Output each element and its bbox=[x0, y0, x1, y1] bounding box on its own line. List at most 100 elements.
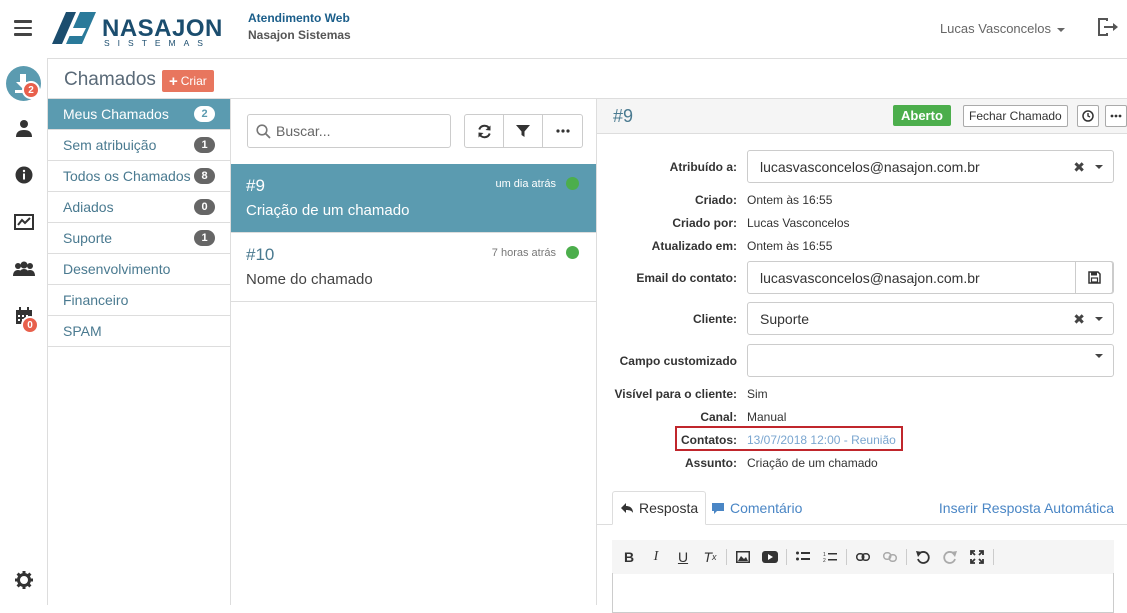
logout-icon[interactable] bbox=[1095, 15, 1119, 39]
numbered-list-icon[interactable]: 12 bbox=[819, 546, 841, 568]
status-badge: Aberto bbox=[893, 105, 951, 126]
filter-sem-atribuicao[interactable]: Sem atribuição 1 bbox=[48, 130, 230, 161]
reports-nav-item[interactable] bbox=[0, 204, 48, 240]
filter-desenvolvimento[interactable]: Desenvolvimento bbox=[48, 254, 230, 285]
nasajon-logo[interactable]: NASAJON SISTEMAS bbox=[52, 10, 222, 48]
left-rail: 2 0 bbox=[0, 58, 48, 605]
ticket-list-item[interactable]: #9 Criação de um chamado um dia atrás bbox=[231, 164, 596, 233]
editor-toolbar: B I U Tx 12 bbox=[612, 540, 1114, 574]
clear-icon[interactable]: ✖ bbox=[1073, 160, 1085, 174]
redo-icon[interactable] bbox=[939, 546, 961, 568]
ellipsis-icon bbox=[555, 129, 570, 133]
teams-nav-item[interactable] bbox=[0, 251, 48, 287]
unlink-icon[interactable] bbox=[879, 546, 901, 568]
clear-icon[interactable]: ✖ bbox=[1073, 312, 1085, 326]
filter-financeiro[interactable]: Financeiro bbox=[48, 285, 230, 316]
filter-count: 0 bbox=[194, 199, 215, 215]
custom-field-select[interactable] bbox=[747, 344, 1114, 377]
filter-spam[interactable]: SPAM bbox=[48, 316, 230, 347]
detail-more-button[interactable] bbox=[1105, 105, 1127, 127]
custom-field-label: Campo customizado bbox=[619, 354, 737, 368]
create-label: Criar bbox=[180, 74, 207, 88]
fullscreen-icon[interactable] bbox=[966, 546, 988, 568]
user-menu[interactable]: Lucas Vasconcelos bbox=[940, 21, 1065, 36]
more-options-button[interactable] bbox=[543, 115, 582, 147]
chevron-down-icon bbox=[1095, 165, 1103, 169]
ticket-title: Criação de um chamado bbox=[246, 202, 410, 219]
filter-suporte[interactable]: Suporte 1 bbox=[48, 223, 230, 254]
refresh-button[interactable] bbox=[465, 115, 504, 147]
refresh-icon bbox=[477, 124, 491, 138]
filter-label: Meus Chamados bbox=[63, 106, 169, 122]
svg-text:2: 2 bbox=[823, 558, 826, 563]
list-toolbar bbox=[464, 114, 583, 148]
youtube-icon[interactable] bbox=[759, 546, 781, 568]
bold-icon[interactable]: B bbox=[618, 546, 640, 568]
italic-icon[interactable]: I bbox=[645, 546, 667, 568]
search-box[interactable] bbox=[247, 114, 451, 148]
search-input[interactable] bbox=[276, 123, 446, 139]
menu-icon[interactable] bbox=[14, 20, 32, 36]
underline-icon[interactable]: U bbox=[672, 546, 694, 568]
reply-editor-area[interactable] bbox=[612, 573, 1114, 613]
users-icon bbox=[13, 261, 35, 276]
filter-list: Meus Chamados 2 Sem atribuição 1 Todos os … bbox=[48, 99, 231, 605]
toolbar-divider bbox=[726, 549, 727, 565]
close-ticket-button[interactable]: Fechar Chamado bbox=[963, 105, 1068, 127]
ticket-title: Nome do chamado bbox=[246, 271, 373, 288]
info-nav-item[interactable] bbox=[0, 157, 48, 193]
search-icon bbox=[256, 123, 271, 139]
filter-label: Sem atribuição bbox=[63, 137, 157, 153]
client-value: Suporte bbox=[760, 310, 810, 327]
tab-reply[interactable]: Resposta bbox=[612, 491, 707, 525]
tab-comment[interactable]: Comentário bbox=[711, 491, 802, 525]
contacts-link[interactable]: 13/07/2018 12:00 - Reunião bbox=[747, 433, 896, 447]
assigned-value: lucasvasconcelos@nasajon.com.br bbox=[760, 158, 980, 175]
toolbar-divider bbox=[906, 549, 907, 565]
toolbar-divider bbox=[846, 549, 847, 565]
clear-format-icon[interactable]: Tx bbox=[699, 546, 721, 568]
filter-meus-chamados[interactable]: Meus Chamados 2 bbox=[48, 99, 230, 130]
email-label: Email do contato: bbox=[636, 271, 737, 285]
contacts-nav-item[interactable] bbox=[0, 110, 48, 146]
history-button[interactable] bbox=[1077, 105, 1099, 127]
filter-todos-os-chamados[interactable]: Todos os Chamados 8 bbox=[48, 161, 230, 192]
bulleted-list-icon[interactable] bbox=[792, 546, 814, 568]
filter-label: SPAM bbox=[63, 323, 102, 339]
client-select[interactable]: Suporte ✖ bbox=[747, 302, 1114, 335]
funnel-icon bbox=[516, 125, 530, 137]
ticket-list-panel: #9 Criação de um chamado um dia atrás #1… bbox=[231, 99, 597, 605]
app-name: Atendimento Web bbox=[248, 11, 350, 25]
ticket-list-item[interactable]: #10 Nome do chamado 7 horas atrás bbox=[231, 233, 596, 302]
filter-adiados[interactable]: Adiados 0 bbox=[48, 192, 230, 223]
assigned-select[interactable]: lucasvasconcelos@nasajon.com.br ✖ bbox=[747, 150, 1114, 183]
channel-value: Manual bbox=[747, 410, 787, 424]
filter-button[interactable] bbox=[504, 115, 543, 147]
undo-icon[interactable] bbox=[912, 546, 934, 568]
visible-value: Sim bbox=[747, 387, 768, 401]
channel-label: Canal: bbox=[700, 410, 737, 424]
chevron-down-icon bbox=[1095, 354, 1103, 358]
ticket-time: um dia atrás bbox=[495, 178, 556, 190]
image-icon[interactable] bbox=[732, 546, 754, 568]
email-field[interactable]: lucasvasconcelos@nasajon.com.br bbox=[747, 261, 1114, 294]
create-ticket-button[interactable]: + Criar bbox=[162, 70, 214, 92]
settings-nav-item[interactable] bbox=[0, 562, 48, 598]
filter-count: 8 bbox=[194, 168, 215, 184]
filter-label: Adiados bbox=[63, 199, 114, 215]
toolbar-divider bbox=[993, 549, 994, 565]
filter-label: Financeiro bbox=[63, 292, 129, 308]
page-header: Chamados + Criar bbox=[48, 58, 1127, 99]
subject-value: Criação de um chamado bbox=[747, 456, 878, 470]
contacts-label: Contatos: bbox=[681, 433, 737, 447]
gear-icon bbox=[15, 571, 33, 589]
email-value: lucasvasconcelos@nasajon.com.br bbox=[760, 269, 980, 286]
company-name: Nasajon Sistemas bbox=[248, 28, 351, 42]
created-by-value: Lucas Vasconcelos bbox=[747, 216, 850, 230]
subject-label: Assunto: bbox=[685, 456, 737, 470]
auto-reply-link[interactable]: Inserir Resposta Automática bbox=[939, 500, 1114, 516]
filter-label: Suporte bbox=[63, 230, 113, 246]
created-by-label: Criado por: bbox=[672, 216, 737, 230]
link-icon[interactable] bbox=[852, 546, 874, 568]
save-email-button[interactable] bbox=[1075, 261, 1113, 294]
